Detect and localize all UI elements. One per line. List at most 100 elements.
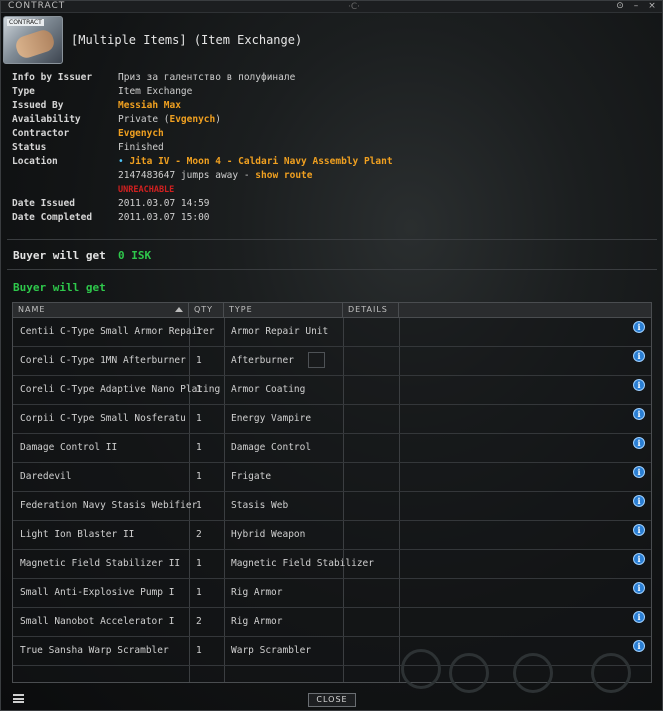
info-row-date-issued: Date Issued 2011.03.07 14:59 [12,197,652,211]
show-info-icon[interactable]: i [633,437,645,449]
title-bar[interactable]: CONTRACT ·C· ⊙ – × [1,1,662,13]
table-row[interactable]: Coreli C-Type Adaptive Nano Plating 1 Armo… [13,376,651,405]
table-row[interactable]: Damage Control II 1 Damage Control i [13,434,651,463]
location-link[interactable]: Jita IV - Moon 4 - Caldari Navy Assembly… [129,156,392,167]
show-info-icon[interactable]: i [633,582,645,594]
item-qty: 1 [196,326,202,337]
issued-by-link[interactable]: Messiah Max [118,99,181,113]
item-qty: 1 [196,558,202,569]
show-info-icon[interactable]: i [633,466,645,478]
info-row-date-completed: Date Completed 2011.03.07 15:00 [12,211,652,225]
close-button[interactable]: CLOSE [308,693,356,707]
show-info-icon[interactable]: i [633,495,645,507]
info-row-issued-by: Issued By Messiah Max [12,99,652,113]
item-name: Daredevil [20,471,72,482]
info-by-issuer-label: Info by Issuer [12,72,93,83]
contract-icon-tag: CONTRACT [7,19,44,26]
table-row[interactable]: Corpii C-Type Small Nosferatu 1 Energy Vam… [13,405,651,434]
contract-info: Info by Issuer Приз за галентство в полу… [12,71,652,225]
info-row-location: Location • Jita IV - Moon 4 - Caldari Na… [12,155,652,169]
contract-window: CONTRACT ·C· ⊙ – × CONTRACT [Multiple It… [0,0,663,711]
status-label: Status [12,142,47,153]
jumps-value: 2147483647 jumps away - show route [118,169,312,183]
handshake-shape [13,27,57,61]
date-issued-label: Date Issued [12,198,75,209]
item-type: Armor Coating [231,384,306,395]
availability-prefix: Private ( [118,114,170,125]
show-info-icon[interactable]: i [633,321,645,333]
item-type: Rig Armor [231,587,283,598]
column-header-details[interactable]: DETAILS [343,303,399,317]
info-row-contractor: Contractor Evgenych [12,127,652,141]
item-name: Small Anti-Explosive Pump I [20,587,175,598]
table-row[interactable]: Federation Navy Stasis Webifier 1 Stasis W… [13,492,651,521]
window-controls: ⊙ – × [616,1,656,12]
show-info-icon[interactable]: i [633,553,645,565]
show-info-icon[interactable]: i [633,379,645,391]
info-row-jumps: 2147483647 jumps away - show route [12,169,652,183]
column-header-qty[interactable]: QTY [189,303,224,317]
column-header-name[interactable]: NAME [13,303,189,317]
close-icon[interactable]: × [648,1,656,12]
isk-amount: 0 ISK [118,249,152,262]
item-name: Centii C-Type Small Armor Repairer [20,326,215,337]
table-row[interactable]: Light Ion Blaster II 2 Hybrid Weapon i [13,521,651,550]
minimize-icon[interactable]: – [632,1,640,12]
show-info-icon[interactable]: i [633,640,645,652]
table-body: Centii C-Type Small Armor Repairer 1 Armor… [13,318,651,666]
item-checkbox[interactable] [308,352,325,368]
item-name: Damage Control II [20,442,118,453]
date-completed-value: 2011.03.07 15:00 [118,212,210,223]
table-row[interactable]: Centii C-Type Small Armor Repairer 1 Armor… [13,318,651,347]
contractor-label: Contractor [12,128,70,139]
show-route-link[interactable]: show route [255,170,312,181]
availability-link[interactable]: Evgenych [169,114,215,125]
item-type: Warp Scrambler [231,645,312,656]
item-qty: 2 [196,529,202,540]
item-name: Federation Navy Stasis Webifier [20,500,198,511]
item-qty: 1 [196,471,202,482]
item-name: Light Ion Blaster II [20,529,135,540]
item-qty: 1 [196,500,202,511]
item-name: Magnetic Field Stabilizer II [20,558,181,569]
menu-icon[interactable] [13,694,24,703]
info-row-type: Type Item Exchange [12,85,652,99]
show-info-icon[interactable]: i [633,524,645,536]
column-header-type[interactable]: TYPE [224,303,343,317]
table-row[interactable]: Small Nanobot Accelerator I 2 Rig Armor i [13,608,651,637]
show-info-icon[interactable]: i [633,408,645,420]
jumps-text: 2147483647 jumps away - [118,170,256,181]
info-by-issuer-value: Приз за галентство в полуфинале [118,72,296,83]
table-row[interactable]: Small Anti-Explosive Pump I 1 Rig Armor i [13,579,651,608]
window-title: CONTRACT [8,1,66,11]
table-header: NAME QTY TYPE DETAILS [13,303,651,318]
contractor-link[interactable]: Evgenych [118,127,164,141]
table-row[interactable]: True Sansha Warp Scrambler 1 Warp Scramble… [13,637,651,666]
info-row-availability: Availability Private (Evgenych) [12,113,652,127]
items-table: NAME QTY TYPE DETAILS Centii C-Type Smal… [12,302,652,683]
show-info-icon[interactable]: i [633,611,645,623]
buyer-will-get-items-label: Buyer will get [13,281,106,294]
show-info-icon[interactable]: i [633,350,645,362]
item-name: Corpii C-Type Small Nosferatu [20,413,186,424]
item-type: Stasis Web [231,500,289,511]
date-issued-value: 2011.03.07 14:59 [118,198,210,209]
contract-header: CONTRACT [Multiple Items] (Item Exchange… [1,13,662,67]
column-name-label: NAME [18,305,46,314]
table-row[interactable]: Magnetic Field Stabilizer II 1 Magnetic Fi… [13,550,651,579]
item-name: Coreli C-Type Adaptive Nano Plating [20,384,221,395]
item-type: Damage Control [231,442,312,453]
status-value: Finished [118,142,164,153]
item-qty: 1 [196,384,202,395]
info-row-unreachable: UNREACHABLE [12,183,652,197]
sort-ascending-icon [175,307,183,312]
contract-handshake-icon: CONTRACT [3,16,63,64]
table-row[interactable]: Daredevil 1 Frigate i [13,463,651,492]
item-qty: 2 [196,616,202,627]
table-row[interactable]: Coreli C-Type 1MN Afterburner 1 Afterburne… [13,347,651,376]
issued-by-label: Issued By [12,100,64,111]
window-menu-icon[interactable]: ⊙ [616,1,624,12]
bottom-bar: CLOSE [1,685,662,710]
contract-title: [Multiple Items] (Item Exchange) [71,33,303,47]
divider [7,239,657,240]
